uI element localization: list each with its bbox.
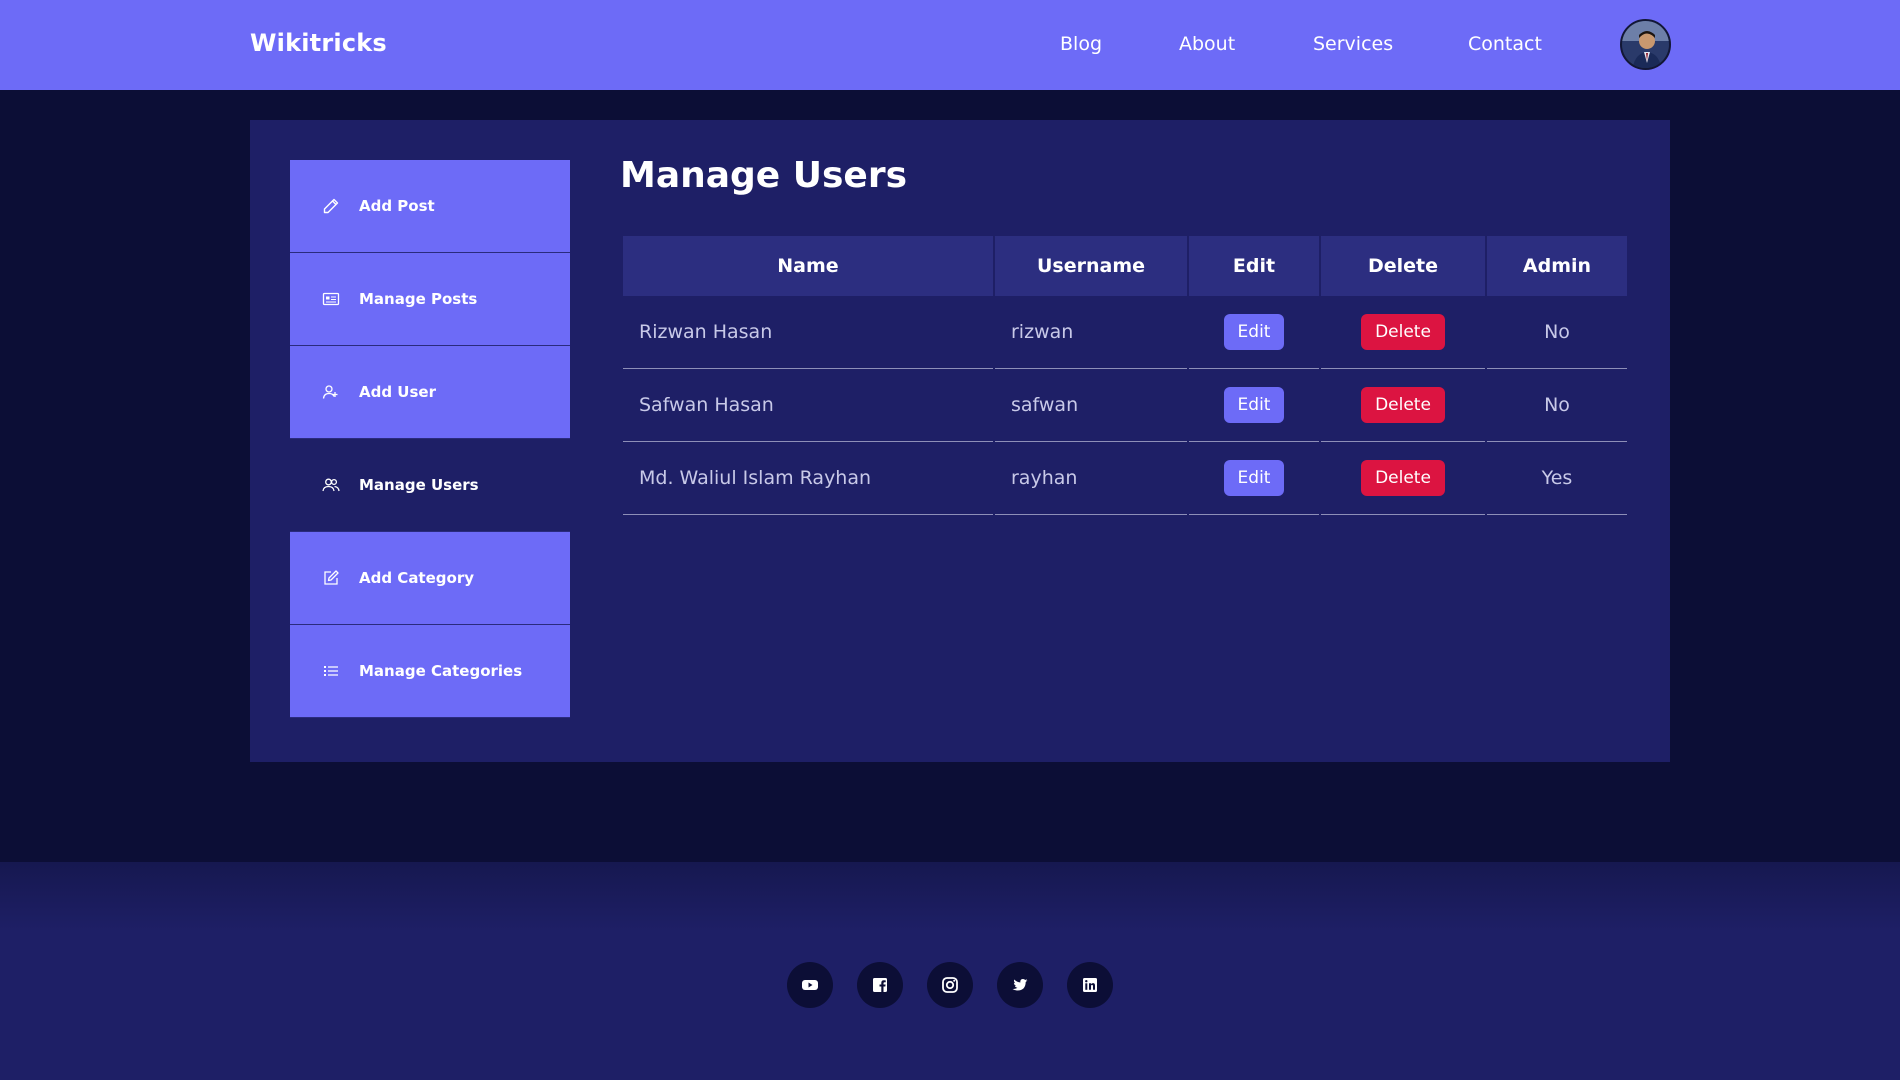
sidebar-item-label: Add User [359,383,436,401]
edit-button[interactable]: Edit [1223,314,1285,350]
social-link-instagram[interactable] [927,962,973,1008]
social-link-facebook[interactable] [857,962,903,1008]
cell-admin: Yes [1487,442,1627,515]
cell-edit: Edit [1189,296,1319,369]
cell-admin: No [1487,296,1627,369]
column-header-admin: Admin [1487,236,1627,296]
add-user-icon [322,385,338,399]
table-row: Md. Waliul Islam Rayhan rayhan Edit Dele… [623,442,1627,515]
sidebar-item-add-category[interactable]: Add Category [290,532,570,625]
sidebar-item-label: Add Post [359,197,435,215]
sidebar-item-manage-categories[interactable]: Manage Categories [290,625,570,718]
twitter-icon [1012,979,1028,991]
cell-edit: Edit [1189,369,1319,442]
cell-delete: Delete [1321,442,1485,515]
social-link-linkedin[interactable] [1067,962,1113,1008]
list-icon [324,666,338,676]
sidebar-item-label: Manage Posts [359,290,478,308]
social-link-youtube[interactable] [787,962,833,1008]
sidebar-item-add-user[interactable]: Add User [290,346,570,439]
cell-username: safwan [995,369,1187,442]
page-title: Manage Users [620,155,908,196]
cell-name: Md. Waliul Islam Rayhan [623,442,993,515]
nav-link-contact[interactable]: Contact [1468,33,1542,55]
avatar[interactable] [1620,19,1671,70]
edit-button[interactable]: Edit [1223,460,1285,496]
sidebar-item-label: Manage Categories [359,662,523,680]
cell-delete: Delete [1321,369,1485,442]
cell-name: Rizwan Hasan [623,296,993,369]
admin-panel: Add Post Manage Posts Add User Manage Us… [250,120,1670,762]
delete-button[interactable]: Delete [1361,460,1445,496]
facebook-icon [873,978,887,992]
cell-admin: No [1487,369,1627,442]
column-header-name: Name [623,236,993,296]
brand-logo[interactable]: Wikitricks [250,29,387,57]
nav-link-blog[interactable]: Blog [1060,33,1102,55]
sidebar-item-label: Manage Users [359,476,479,494]
column-header-delete: Delete [1321,236,1485,296]
delete-button[interactable]: Delete [1361,314,1445,350]
posts-icon [322,292,340,306]
table-row: Safwan Hasan safwan Edit Delete No [623,369,1627,442]
nav-link-services[interactable]: Services [1313,33,1393,55]
cell-edit: Edit [1189,442,1319,515]
linkedin-icon [1083,978,1097,992]
users-table: Name Username Edit Delete Admin Rizwan H… [621,236,1629,515]
sidebar: Add Post Manage Posts Add User Manage Us… [290,160,570,718]
cell-name: Safwan Hasan [623,369,993,442]
pencil-icon [323,198,339,214]
sidebar-item-add-post[interactable]: Add Post [290,160,570,253]
cell-username: rizwan [995,296,1187,369]
sidebar-item-manage-posts[interactable]: Manage Posts [290,253,570,346]
column-header-edit: Edit [1189,236,1319,296]
navbar: Wikitricks Blog About Services Contact [0,0,1900,90]
table-header-row: Name Username Edit Delete Admin [623,236,1627,296]
nav-link-about[interactable]: About [1179,33,1235,55]
cell-delete: Delete [1321,296,1485,369]
table-row: Rizwan Hasan rizwan Edit Delete No [623,296,1627,369]
sidebar-item-manage-users[interactable]: Manage Users [290,439,570,532]
edit-button[interactable]: Edit [1223,387,1285,423]
column-header-username: Username [995,236,1187,296]
users-icon [322,478,340,492]
social-link-twitter[interactable] [997,962,1043,1008]
youtube-icon [802,980,818,990]
avatar-image [1622,21,1669,68]
instagram-icon [942,977,958,993]
cell-username: rayhan [995,442,1187,515]
delete-button[interactable]: Delete [1361,387,1445,423]
sidebar-item-label: Add Category [359,569,474,587]
edit-square-icon [324,570,339,585]
